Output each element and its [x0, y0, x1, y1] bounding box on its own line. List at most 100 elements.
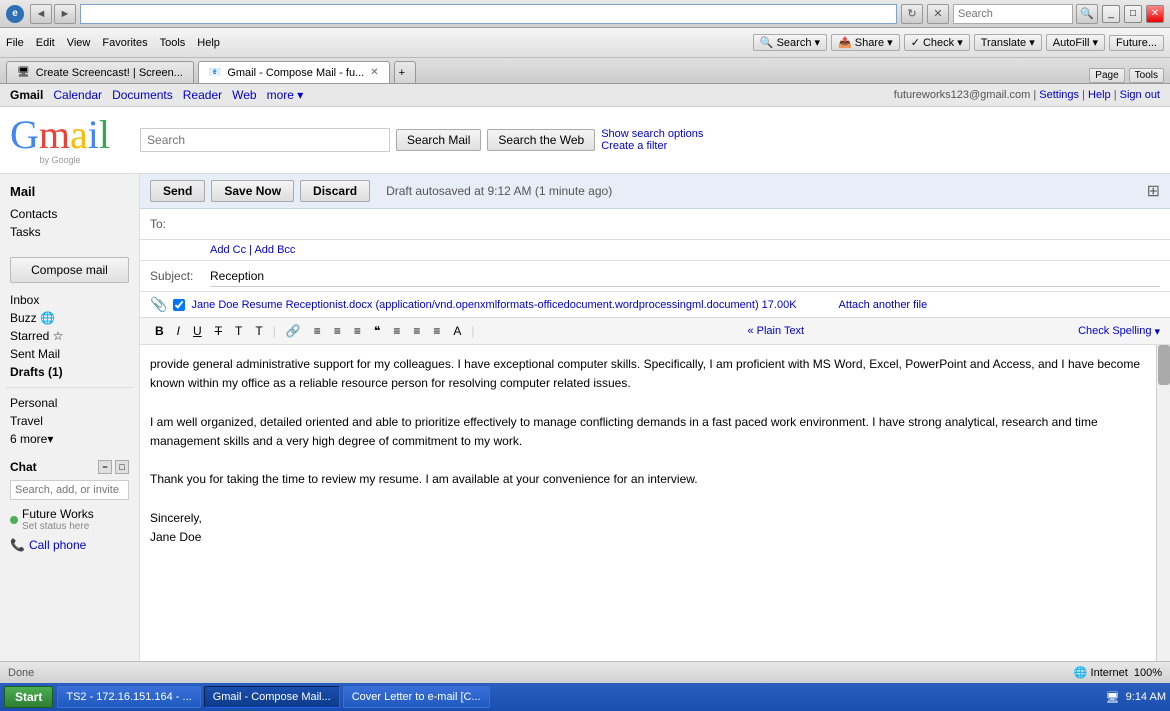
gmail-search-input[interactable]: [140, 128, 390, 152]
sidebar-item-travel[interactable]: Travel: [6, 412, 133, 430]
save-now-button[interactable]: Save Now: [211, 180, 294, 202]
menu-help[interactable]: Help: [197, 37, 220, 49]
menu-tools[interactable]: Tools: [160, 37, 186, 49]
menu-view[interactable]: View: [67, 37, 91, 49]
check-toolbar-btn[interactable]: ✓ Check ▾: [904, 34, 970, 51]
plain-text-link[interactable]: « Plain Text: [747, 325, 804, 337]
discard-button[interactable]: Discard: [300, 180, 370, 202]
share-toolbar-btn[interactable]: 📤 Share ▾: [831, 34, 900, 51]
send-button[interactable]: Send: [150, 180, 205, 202]
sidebar-item-contacts[interactable]: Contacts: [6, 205, 133, 223]
page-button[interactable]: Page: [1089, 68, 1124, 83]
sidebar-item-sentmail[interactable]: Sent Mail: [6, 345, 133, 363]
ul-button[interactable]: ≡: [329, 321, 346, 341]
maximize-button[interactable]: □: [1124, 5, 1142, 23]
nav-more[interactable]: more ▾: [267, 88, 304, 102]
search-mail-button[interactable]: Search Mail: [396, 129, 481, 151]
tab-new[interactable]: +: [394, 61, 416, 83]
align-right-button[interactable]: ≡: [428, 321, 445, 341]
compose-body-text[interactable]: provide general administrative support f…: [150, 355, 1160, 555]
tab-gmail[interactable]: 📧 Gmail - Compose Mail - fu... ✕: [198, 61, 390, 83]
taskbar-item-coverletter[interactable]: Cover Letter to e-mail [C...: [343, 686, 490, 708]
stop-button[interactable]: ✕: [927, 4, 949, 24]
address-bar[interactable]: https://mail.google.com/mail/?shva=1#dra…: [80, 4, 897, 24]
tools-button[interactable]: Tools: [1129, 68, 1164, 83]
search-toolbar-btn[interactable]: 🔍 Search ▾: [753, 34, 827, 51]
font-button[interactable]: T: [230, 321, 247, 341]
underline-button[interactable]: U: [188, 321, 207, 341]
font-size-button[interactable]: T: [250, 321, 267, 341]
chat-controls: − □: [98, 460, 129, 474]
gmail-logo-text: Gmail: [10, 115, 110, 155]
attachment-checkbox[interactable]: [173, 299, 185, 311]
autofill-toolbar-btn[interactable]: AutoFill ▾: [1046, 34, 1105, 51]
gmail-nav: Gmail Calendar Documents Reader Web more…: [0, 84, 1170, 107]
nav-gmail[interactable]: Gmail: [10, 88, 43, 102]
taskbar-item-gmail[interactable]: Gmail - Compose Mail...: [204, 686, 340, 708]
chat-search-input[interactable]: [10, 480, 129, 500]
sidebar-item-tasks[interactable]: Tasks: [6, 223, 133, 241]
tab-close-icon[interactable]: ✕: [370, 67, 378, 78]
taskbar-item-ts2[interactable]: TS2 - 172.16.151.164 - ...: [57, 686, 200, 708]
search-web-button[interactable]: Search the Web: [487, 129, 595, 151]
sidebar-item-more[interactable]: 6 more▾: [6, 430, 133, 448]
attach-icon[interactable]: ⊞: [1147, 181, 1160, 201]
nav-reader[interactable]: Reader: [183, 88, 222, 102]
link-button[interactable]: 🔗: [281, 321, 306, 341]
add-bcc-link[interactable]: Add Bcc: [254, 244, 295, 256]
help-link[interactable]: Help: [1088, 89, 1111, 101]
browser-search-input[interactable]: [953, 4, 1073, 24]
start-button[interactable]: Start: [4, 686, 53, 708]
browser-nav[interactable]: ◄ ►: [30, 4, 76, 24]
nav-documents[interactable]: Documents: [112, 88, 173, 102]
add-cc-link[interactable]: Add Cc: [210, 244, 246, 256]
taskbar-items: TS2 - 172.16.151.164 - ... Gmail - Compo…: [57, 686, 1101, 708]
to-input[interactable]: [210, 213, 1160, 235]
future-toolbar-btn[interactable]: Future...: [1109, 35, 1164, 51]
strikethrough-button[interactable]: T: [210, 321, 227, 341]
align-center-button[interactable]: ≡: [408, 321, 425, 341]
sidebar-item-drafts[interactable]: Drafts (1): [6, 363, 133, 381]
sidebar-item-starred[interactable]: Starred ☆: [6, 327, 133, 345]
browser-search: 🔍: [953, 4, 1098, 24]
forward-button[interactable]: ►: [54, 4, 76, 24]
close-button[interactable]: ✕: [1146, 5, 1164, 23]
attach-another-link[interactable]: Attach another file: [809, 299, 928, 311]
bold-button[interactable]: B: [150, 321, 169, 341]
chat-minimize-button[interactable]: −: [98, 460, 112, 474]
quote-button[interactable]: ❝: [369, 321, 385, 341]
ol-button[interactable]: ≡: [309, 321, 326, 341]
settings-link[interactable]: Settings: [1039, 89, 1079, 101]
signout-link[interactable]: Sign out: [1120, 89, 1160, 101]
tab-screencast[interactable]: 🖥 Create Screencast! | Screen...: [6, 61, 194, 83]
align-left-button[interactable]: ≡: [388, 321, 405, 341]
sidebar-item-buzz[interactable]: Buzz 🌐: [6, 309, 133, 327]
subject-input[interactable]: [210, 265, 1160, 287]
sidebar-item-inbox[interactable]: Inbox: [6, 291, 133, 309]
compose-body[interactable]: provide general administrative support f…: [140, 345, 1170, 661]
check-spelling-dropdown[interactable]: ▾: [1154, 325, 1160, 338]
chat-contact-future[interactable]: Future Works Set status here: [6, 504, 133, 535]
menu-file[interactable]: File: [6, 37, 24, 49]
color-button[interactable]: A: [448, 321, 466, 341]
check-spelling-link[interactable]: Check Spelling: [1078, 325, 1151, 337]
indent-button[interactable]: ≡: [349, 321, 366, 341]
refresh-button[interactable]: ↻: [901, 4, 923, 24]
show-search-options-link[interactable]: Show search options: [601, 128, 703, 140]
translate-toolbar-btn[interactable]: Translate ▾: [974, 34, 1042, 51]
back-button[interactable]: ◄: [30, 4, 52, 24]
minimize-button[interactable]: _: [1102, 5, 1120, 23]
call-phone-link[interactable]: 📞 Call phone: [6, 535, 133, 555]
menu-edit[interactable]: Edit: [36, 37, 55, 49]
create-filter-link[interactable]: Create a filter: [601, 140, 667, 152]
search-go-button[interactable]: 🔍: [1076, 4, 1098, 24]
nav-calendar[interactable]: Calendar: [53, 88, 102, 102]
nav-web[interactable]: Web: [232, 88, 256, 102]
chat-expand-button[interactable]: □: [115, 460, 129, 474]
attachment-link[interactable]: Jane Doe Resume Receptionist.docx (appli…: [191, 299, 796, 311]
menu-favorites[interactable]: Favorites: [102, 37, 147, 49]
italic-button[interactable]: I: [172, 321, 185, 341]
compose-scrollbar[interactable]: [1156, 345, 1170, 661]
compose-mail-button[interactable]: Compose mail: [10, 257, 129, 283]
sidebar-item-personal[interactable]: Personal: [6, 394, 133, 412]
